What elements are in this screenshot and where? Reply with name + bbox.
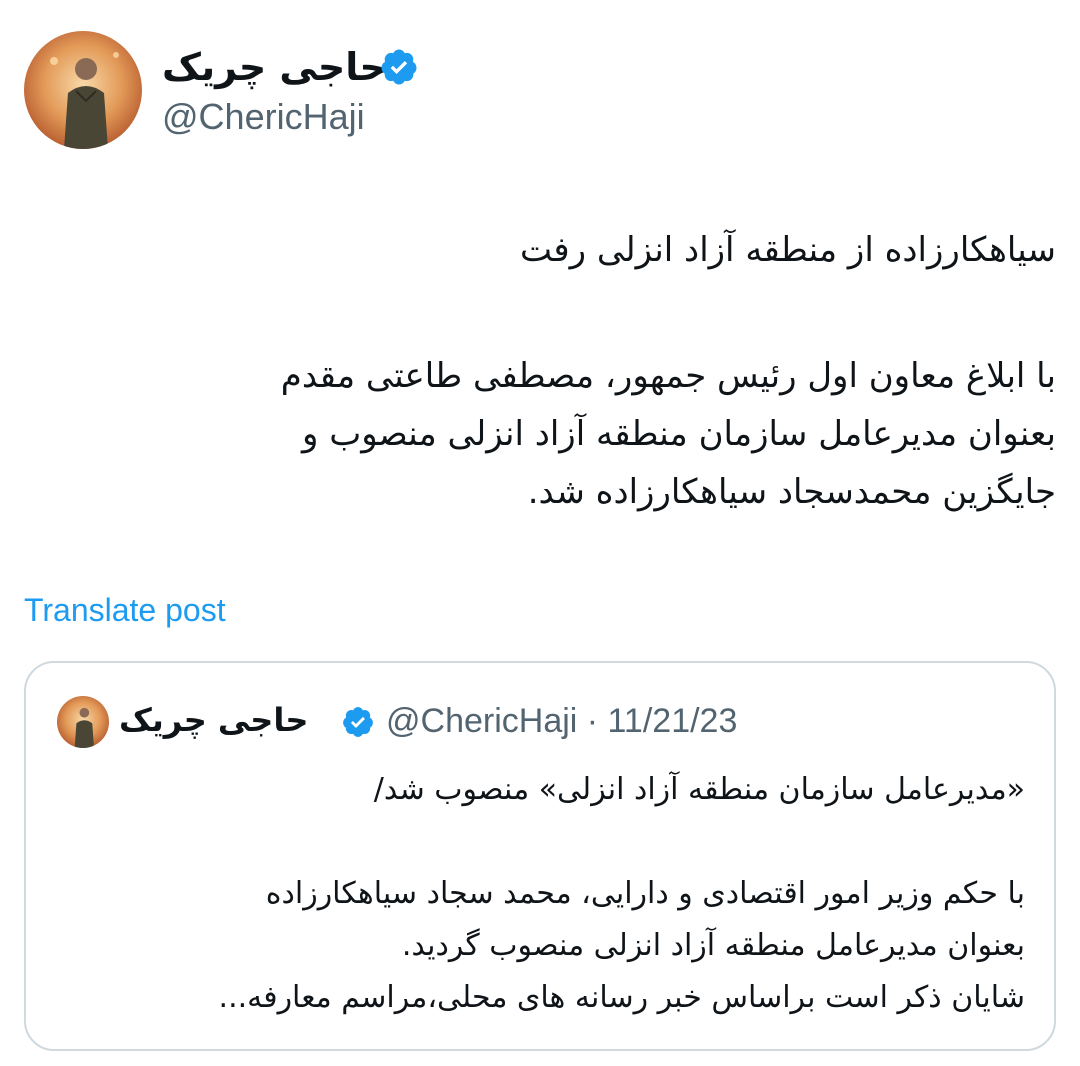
translate-post-link[interactable]: Translate post: [24, 590, 226, 630]
quote-handle-date[interactable]: @ChericHaji · 11/21/23: [386, 700, 737, 742]
avatar-portrait-icon: [57, 696, 109, 748]
author-handle[interactable]: @ChericHaji: [162, 95, 365, 139]
quote-text-line: شایان ذکر است براساس خبر رسانه های محلی،…: [218, 980, 1025, 1015]
avatar-portrait-icon: [24, 31, 142, 149]
quote-text-line: «مدیرعامل سازمان منطقه آزاد انزلی» منصوب…: [373, 772, 1025, 807]
quote-author-name[interactable]: حاجی چریک: [119, 700, 308, 740]
quote-author-avatar[interactable]: [57, 696, 109, 748]
verified-badge-icon: [341, 705, 375, 739]
quote-text-line: با حکم وزیر امور اقتصادی و دارایی، محمد …: [265, 876, 1025, 911]
verified-badge-icon: [379, 47, 419, 87]
author-avatar[interactable]: [24, 31, 142, 149]
tweet-text-line: با ابلاغ معاون اول رئیس جمهور، مصطفی طاع…: [280, 356, 1056, 396]
tweet-text-line: جایگزین محمدسجاد سیاهکارزاده شد.: [527, 472, 1056, 512]
author-name[interactable]: حاجی چریک: [162, 44, 387, 90]
tweet-text-line: بعنوان مدیرعامل سازمان منطقه آزاد انزلی …: [301, 414, 1056, 454]
quote-text-line: بعنوان مدیرعامل منطقه آزاد انزلی منصوب گ…: [401, 928, 1025, 963]
tweet-text-line: سیاهکارزاده از منطقه آزاد انزلی رفت: [520, 230, 1056, 270]
